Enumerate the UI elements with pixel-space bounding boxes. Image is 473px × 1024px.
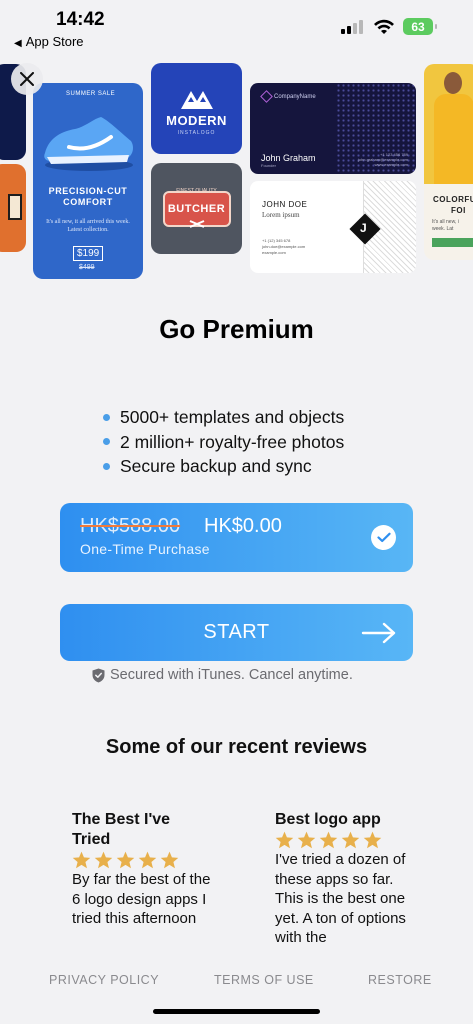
template-card-business-dark: CompanyName John Graham Founder +1 123 4… [250,83,416,174]
battery-level: 63 [411,19,425,34]
cleaver-icon [189,220,205,228]
footer-links: PRIVACY POLICY TERMS OF USE RESTORE [0,973,473,993]
start-button[interactable]: START [60,604,413,661]
modern-logo-sub: INSTALOGO [177,130,216,136]
fashion-line-2: FOI [451,206,466,215]
back-to-app-store[interactable]: ◀ App Store [14,34,84,49]
selected-checkmark-icon [371,525,396,550]
star-icon [94,851,113,869]
shoe-price: $199 [73,246,104,261]
wifi-icon [374,19,394,34]
feature-item: 5000+ templates and objects [103,405,344,430]
fashion-line-3: It's all new, i [432,219,459,225]
modern-logo-word: MODERN [166,113,227,128]
star-icon [297,831,316,849]
template-card-business-light: JOHN DOE Lorem ipsum +1 (12) 345 678 john… [250,181,416,273]
bizcard-role: Founder [261,163,276,168]
close-icon [20,72,34,86]
star-icon [138,851,157,869]
star-icon [275,831,294,849]
reviews-heading: Some of our recent reviews [105,736,368,758]
original-price: HK$588.00 [80,515,181,537]
purchase-type-label: One-Time Purchase [80,541,210,557]
template-card-shoe-sale: SUMMER SALE PRECISION-CUT COMFORT It's al… [33,83,143,279]
star-icon [160,851,179,869]
back-triangle-icon: ◀ [14,38,22,49]
review-text: By far the best of the 6 logo design app… [72,871,211,927]
star-icon [363,831,382,849]
mountain-logo-icon [181,91,213,109]
template-card-modern-logo: MODERN INSTALOGO [151,63,242,154]
secured-notice: Secured with iTunes. Cancel anytime. [92,667,353,683]
shoe-headline: PRECISION-CUT COMFORT [48,186,128,207]
home-indicator [153,1009,320,1014]
template-card-partial-left-bottom [0,164,26,252]
feature-item: 2 million+ royalty-free photos [103,430,344,455]
johndoe-contact: +1 (12) 345 678 john.doe@example.com examp… [262,238,306,255]
bullet-icon [103,413,110,421]
review-rating [275,831,415,849]
fashion-line-4: week. Lat [432,226,454,232]
restore-purchases-link[interactable]: RESTORE [368,973,432,987]
terms-of-use-link[interactable]: TERMS OF USE [214,973,314,987]
company-logo-icon [260,90,273,103]
bizcard-contact: +1 123 456 789 john.graham@example.com www… [357,152,408,167]
template-showcase-banner: SUMMER SALE PRECISION-CUT COMFORT It's al… [0,60,473,282]
reviews-carousel[interactable]: The Best I've Tried By far the best of t… [0,810,473,965]
bizcard-name: John Graham [261,153,316,163]
arrow-right-icon [361,622,396,644]
review-card: The Best I've Tried By far the best of t… [72,810,212,929]
template-card-fashion-partial: COLORFU FOI It's all new, i week. Lat [424,64,473,260]
status-time: 14:42 [56,9,105,30]
review-text: I've tried a dozen of these apps so far.… [275,851,406,946]
review-title: The Best I've Tried [72,811,171,848]
bullet-icon [103,462,110,470]
fashion-line-1: COLORFU [433,195,473,204]
review-card: Best logo app I've tried a dozen of thes… [275,810,415,948]
shield-check-icon [92,668,105,682]
secured-text: Secured with iTunes. Cancel anytime. [110,667,353,683]
star-icon [116,851,135,869]
page-title: Go Premium [159,314,314,344]
back-label: App Store [25,34,84,49]
star-icon [319,831,338,849]
purchase-option-one-time[interactable]: HK$588.00 HK$0.00 One-Time Purchase [60,503,413,572]
feature-list: 5000+ templates and objects 2 million+ r… [103,405,344,479]
monogram-letter: J [360,221,367,235]
bizcard-company: CompanyName [274,94,316,100]
privacy-policy-link[interactable]: PRIVACY POLICY [49,973,159,987]
status-bar: 14:42 ◀ App Store 63 [0,0,473,56]
review-title: Best logo app [275,811,381,828]
shoe-blurb: It's all new, it all arrived this week. … [46,219,130,233]
star-icon [72,851,91,869]
template-card-butcher-logo: FINEST QUALITY BUTCHER [151,163,242,254]
shoe-sale-tag: SUMMER SALE [66,91,116,97]
butcher-logo-sub: FINEST QUALITY [176,188,217,194]
sneaker-illustration-icon [44,117,133,171]
close-button[interactable] [11,63,43,95]
cellular-signal-icon [341,18,365,34]
feature-item: Secure backup and sync [103,454,344,479]
johndoe-subtitle: Lorem ipsum [262,211,300,219]
shoe-old-price: $499 [79,264,95,271]
johndoe-name: JOHN DOE [262,200,308,209]
bullet-icon [103,438,110,446]
battery-icon: 63 [403,18,437,35]
current-price: HK$0.00 [204,515,282,537]
star-icon [341,831,360,849]
butcher-logo-word: BUTCHER [167,203,226,215]
review-rating [72,851,212,869]
